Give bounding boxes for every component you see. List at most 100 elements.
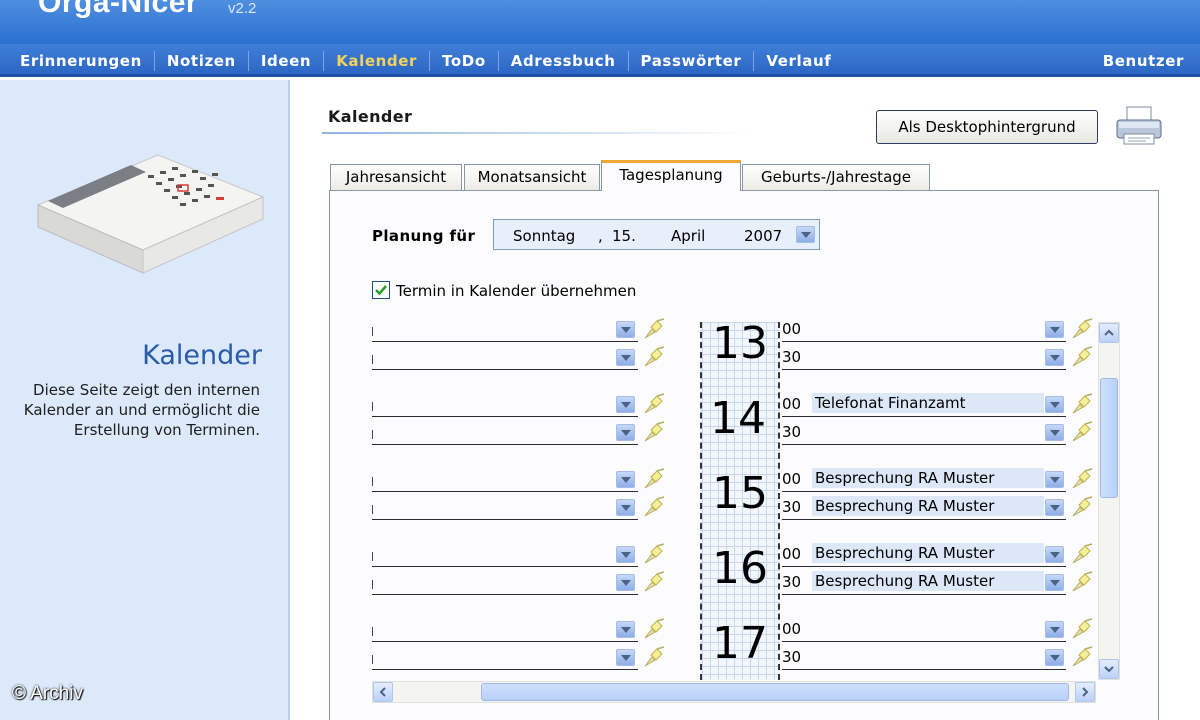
minute-label: 00 [782,320,802,338]
pin-icon[interactable] [642,345,666,369]
pin-icon[interactable] [1070,617,1094,641]
menu-item-passw-rter[interactable]: Passwörter [629,51,755,71]
menu-item-todo[interactable]: ToDo [430,51,499,71]
right-entry-dropdown-icon[interactable] [1045,424,1064,441]
date-dropdown-icon[interactable] [796,226,815,243]
hour-label-17: 17 [712,618,768,669]
right-entry-13-00[interactable]: 00 [782,318,1066,342]
scroll-down-button[interactable] [1099,659,1119,679]
left-entry-17-00[interactable] [372,618,638,642]
right-entry-text: Telefonat Finanzamt [812,393,1044,413]
right-entry-17-30[interactable]: 30 [782,646,1066,670]
pin-icon[interactable] [1070,420,1094,444]
scroll-right-button[interactable] [1075,682,1095,702]
left-entry-dropdown-icon[interactable] [616,649,635,666]
left-entry-16-00[interactable] [372,543,638,567]
pin-icon[interactable] [1070,645,1094,669]
right-entry-13-30[interactable]: 30 [782,346,1066,370]
left-entry-dropdown-icon[interactable] [616,349,635,366]
title-underline [322,132,752,134]
right-entry-16-30[interactable]: 30 Besprechung RA Muster [782,571,1066,595]
right-entry-17-00[interactable]: 00 [782,618,1066,642]
tab-geburts-jahrestage[interactable]: Geburts-/Jahrestage [742,164,930,190]
menu-item-ideen[interactable]: Ideen [249,51,325,71]
left-entry-dropdown-icon[interactable] [616,321,635,338]
right-entry-text [812,346,1044,366]
tab-monatsansicht[interactable]: Monatsansicht [464,164,600,190]
right-entry-16-00[interactable]: 00 Besprechung RA Muster [782,543,1066,567]
scroll-left-button[interactable] [373,682,393,702]
right-entry-dropdown-icon[interactable] [1045,321,1064,338]
left-entry-16-30[interactable] [372,571,638,595]
pin-icon[interactable] [642,570,666,594]
right-entry-dropdown-icon[interactable] [1045,546,1064,563]
menu-item-erinnerungen[interactable]: Erinnerungen [8,51,155,71]
date-picker[interactable]: Sonntag , 15. April 2007 [493,219,820,250]
left-entry-15-30[interactable] [372,496,638,520]
horizontal-scrollbar[interactable] [372,681,1096,703]
tab-jahresansicht[interactable]: Jahresansicht [330,164,462,190]
hour-label-16: 16 [712,543,768,594]
hour-label-13: 13 [712,318,768,369]
menu-item-verlauf[interactable]: Verlauf [754,51,843,71]
pin-icon[interactable] [642,645,666,669]
menu-item-adressbuch[interactable]: Adressbuch [499,51,629,71]
left-entry-dropdown-icon[interactable] [616,499,635,516]
left-entry-15-00[interactable] [372,468,638,492]
right-entry-text: Besprechung RA Muster [812,543,1044,563]
tab-tagesplanung[interactable]: Tagesplanung [601,160,741,191]
pin-icon[interactable] [642,317,666,341]
pin-icon[interactable] [642,420,666,444]
checkmark-icon [375,285,387,296]
right-entry-dropdown-icon[interactable] [1045,621,1064,638]
left-entry-dropdown-icon[interactable] [616,621,635,638]
menu-item-kalender[interactable]: Kalender [324,51,431,71]
pin-icon[interactable] [1070,570,1094,594]
pin-icon[interactable] [642,467,666,491]
menu-item-benutzer[interactable]: Benutzer [1103,51,1184,71]
right-entry-14-30[interactable]: 30 [782,421,1066,445]
pin-icon[interactable] [642,617,666,641]
vertical-scrollbar[interactable] [1098,322,1120,680]
right-entry-dropdown-icon[interactable] [1045,396,1064,413]
left-entry-14-30[interactable] [372,421,638,445]
desktop-background-button[interactable]: Als Desktophintergrund [876,110,1098,144]
date-separator: , [598,227,603,245]
printer-icon[interactable] [1114,104,1164,152]
pin-icon[interactable] [1070,345,1094,369]
left-entry-dropdown-icon[interactable] [616,424,635,441]
scroll-up-button[interactable] [1099,323,1119,343]
right-entry-dropdown-icon[interactable] [1045,499,1064,516]
app-window: Orga-Nicer v2.2 Erinnerungen Notizen Ideen… [0,0,1200,720]
left-entry-13-00[interactable] [372,318,638,342]
left-entry-dropdown-icon[interactable] [616,574,635,591]
pin-icon[interactable] [1070,542,1094,566]
pin-icon[interactable] [1070,495,1094,519]
right-entry-15-00[interactable]: 00 Besprechung RA Muster [782,468,1066,492]
right-entry-15-30[interactable]: 30 Besprechung RA Muster [782,496,1066,520]
termin-checkbox[interactable] [372,281,390,299]
pin-icon[interactable] [642,392,666,416]
menu-item-notizen[interactable]: Notizen [155,51,249,71]
pin-icon[interactable] [1070,467,1094,491]
pin-icon[interactable] [642,542,666,566]
pin-icon[interactable] [1070,317,1094,341]
pin-icon[interactable] [1070,392,1094,416]
vertical-scroll-thumb[interactable] [1100,378,1118,498]
right-entry-14-00[interactable]: 00 Telefonat Finanzamt [782,393,1066,417]
pin-icon[interactable] [642,495,666,519]
right-entry-dropdown-icon[interactable] [1045,649,1064,666]
left-entry-dropdown-icon[interactable] [616,396,635,413]
left-entry-dropdown-icon[interactable] [616,471,635,488]
right-entry-dropdown-icon[interactable] [1045,574,1064,591]
hour-label-15: 15 [712,468,768,519]
right-entry-dropdown-icon[interactable] [1045,471,1064,488]
right-entry-text [812,646,1044,666]
left-entry-14-00[interactable] [372,393,638,417]
calendar-icon [28,135,268,299]
right-entry-dropdown-icon[interactable] [1045,349,1064,366]
left-entry-17-30[interactable] [372,646,638,670]
left-entry-13-30[interactable] [372,346,638,370]
horizontal-scroll-thumb[interactable] [481,683,1069,701]
left-entry-dropdown-icon[interactable] [616,546,635,563]
